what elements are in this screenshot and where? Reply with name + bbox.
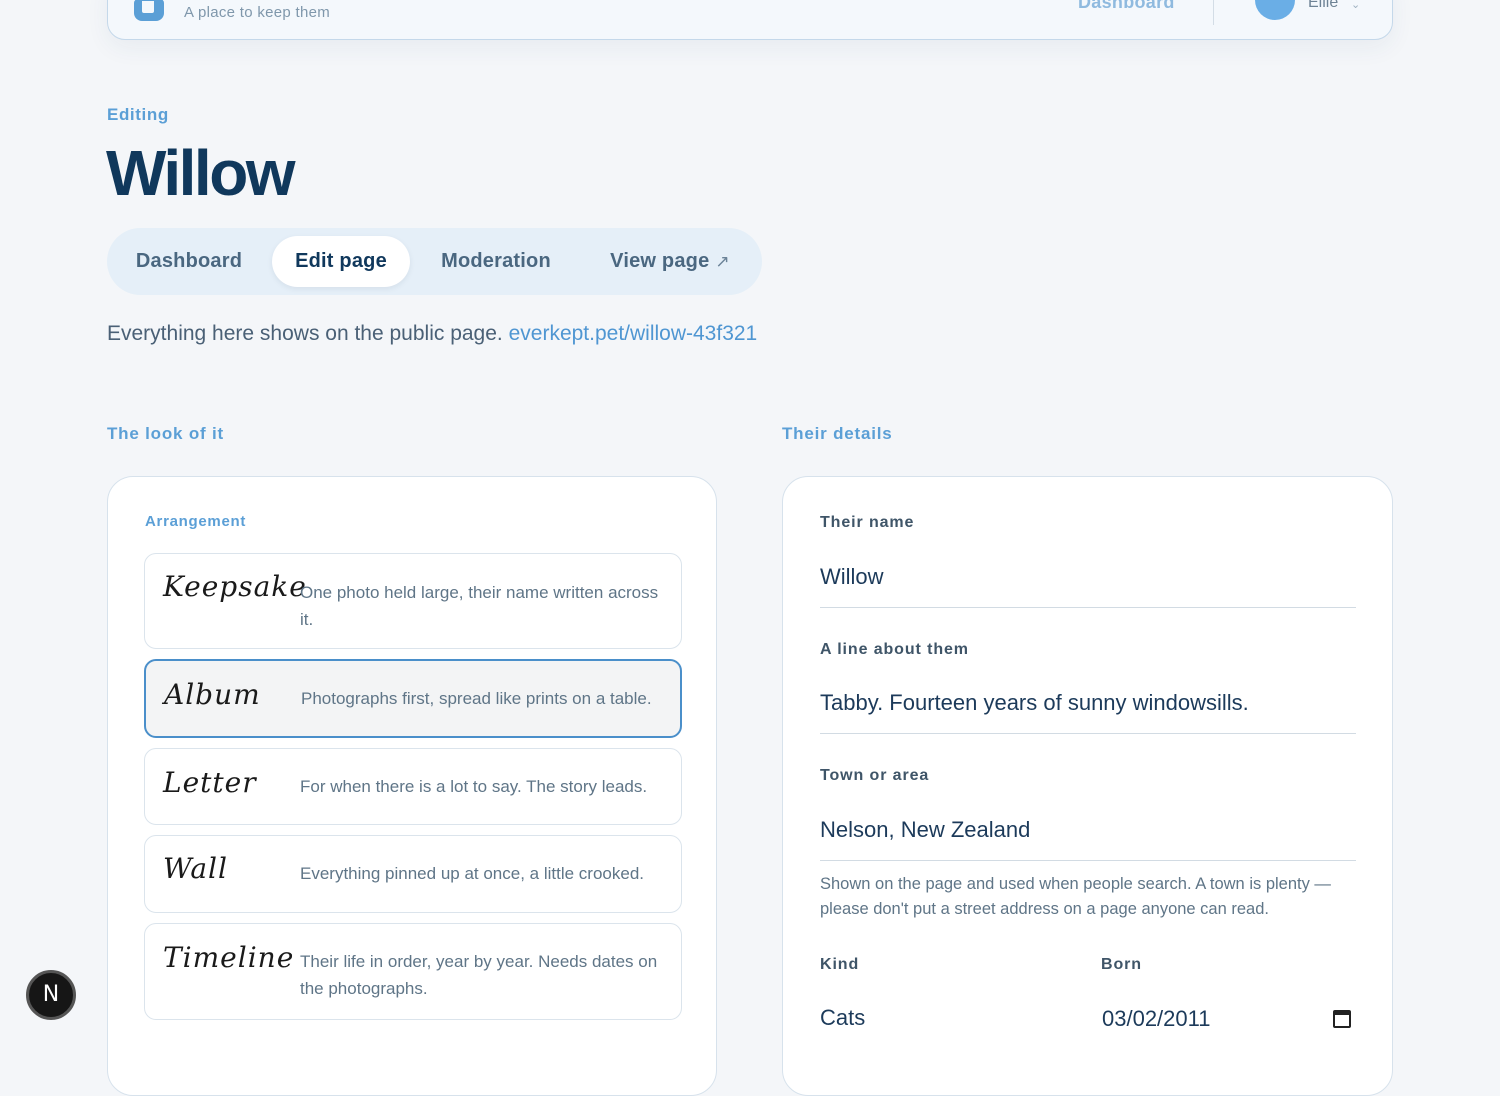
page-title: Willow — [106, 137, 296, 209]
option-name: Keepsake — [163, 570, 307, 603]
option-description: Photographs first, spread like prints on… — [301, 689, 652, 708]
born-date-input[interactable]: 03/02/2011 — [1102, 1006, 1210, 1032]
tagline: A place to keep them — [184, 4, 331, 21]
tab-label: View page — [610, 250, 710, 272]
logo-icon[interactable] — [134, 0, 164, 21]
look-card: Arrangement Keepsake One photo held larg… — [107, 476, 717, 1096]
option-name: Timeline — [163, 941, 295, 974]
town-help-text: Shown on the page and used when people s… — [820, 875, 1331, 918]
name-field-label: Their name — [820, 514, 915, 531]
line-field-underline — [820, 733, 1356, 734]
option-description: One photo held large, their name written… — [300, 583, 659, 629]
option-description: Everything pinned up at once, a little c… — [300, 864, 644, 883]
arrangement-option-wall[interactable]: Wall Everything pinned up at once, a lit… — [144, 835, 682, 913]
details-card: Their name Willow A line about them Tabb… — [782, 476, 1393, 1096]
town-field-underline — [820, 860, 1356, 861]
intro-text: Everything here shows on the public page… — [107, 322, 757, 346]
arrangement-option-letter[interactable]: Letter For when there is a lot to say. T… — [144, 748, 682, 825]
name-field-underline — [820, 607, 1356, 608]
page-eyebrow: Editing — [107, 105, 169, 124]
kind-field-label: Kind — [820, 956, 860, 973]
public-page-link[interactable]: everkept.pet/willow-43f321 — [509, 322, 758, 345]
header-divider — [1213, 0, 1214, 25]
town-field-label: Town or area — [820, 767, 930, 784]
option-description: Their life in order, year by year. Needs… — [300, 952, 658, 998]
tab-label: Dashboard — [135, 250, 243, 272]
tab-label: Edit page — [295, 250, 387, 272]
calendar-icon[interactable] — [1333, 1010, 1351, 1028]
option-name: Wall — [163, 852, 228, 885]
user-name[interactable]: Ellie — [1308, 0, 1338, 12]
arrangement-option-keepsake[interactable]: Keepsake One photo held large, their nam… — [144, 553, 682, 649]
arrangement-option-timeline[interactable]: Timeline Their life in order, year by ye… — [144, 923, 682, 1020]
tab-bar: Dashboard Edit page Moderation View page… — [107, 228, 762, 295]
tab-view-page[interactable]: View page ↗ — [590, 236, 750, 287]
name-field[interactable]: Willow — [820, 564, 884, 590]
top-header: A place to keep them Dashboard EH Ellie … — [107, 0, 1393, 40]
tab-label: Moderation — [441, 250, 551, 272]
tab-dashboard[interactable]: Dashboard — [117, 236, 261, 287]
option-name: Letter — [163, 766, 257, 799]
town-field[interactable]: Nelson, New Zealand — [820, 817, 1030, 843]
arrangement-label: Arrangement — [145, 513, 247, 530]
arrangement-option-album[interactable]: Album Photographs first, spread like pri… — [144, 659, 682, 738]
line-about-field[interactable]: Tabby. Fourteen years of sunny windowsil… — [820, 690, 1249, 716]
line-field-label: A line about them — [820, 641, 969, 658]
kind-select[interactable]: Cats — [820, 1005, 865, 1031]
born-field-label: Born — [1101, 956, 1142, 973]
look-section-label: The look of it — [107, 424, 224, 443]
tab-moderation[interactable]: Moderation — [423, 236, 569, 287]
option-description: For when there is a lot to say. The stor… — [300, 777, 648, 796]
chevron-down-icon[interactable]: ⌄ — [1351, 0, 1360, 11]
external-arrow-icon: ↗ — [715, 252, 730, 271]
details-section-label: Their details — [782, 424, 893, 443]
header-dashboard-link[interactable]: Dashboard — [1078, 0, 1175, 13]
tab-edit-page[interactable]: Edit page — [272, 236, 410, 287]
avatar[interactable]: EH — [1255, 0, 1295, 20]
dev-tools-badge[interactable]: N — [26, 970, 76, 1020]
intro-sentence: Everything here shows on the public page… — [107, 322, 503, 345]
option-name: Album — [164, 678, 261, 711]
